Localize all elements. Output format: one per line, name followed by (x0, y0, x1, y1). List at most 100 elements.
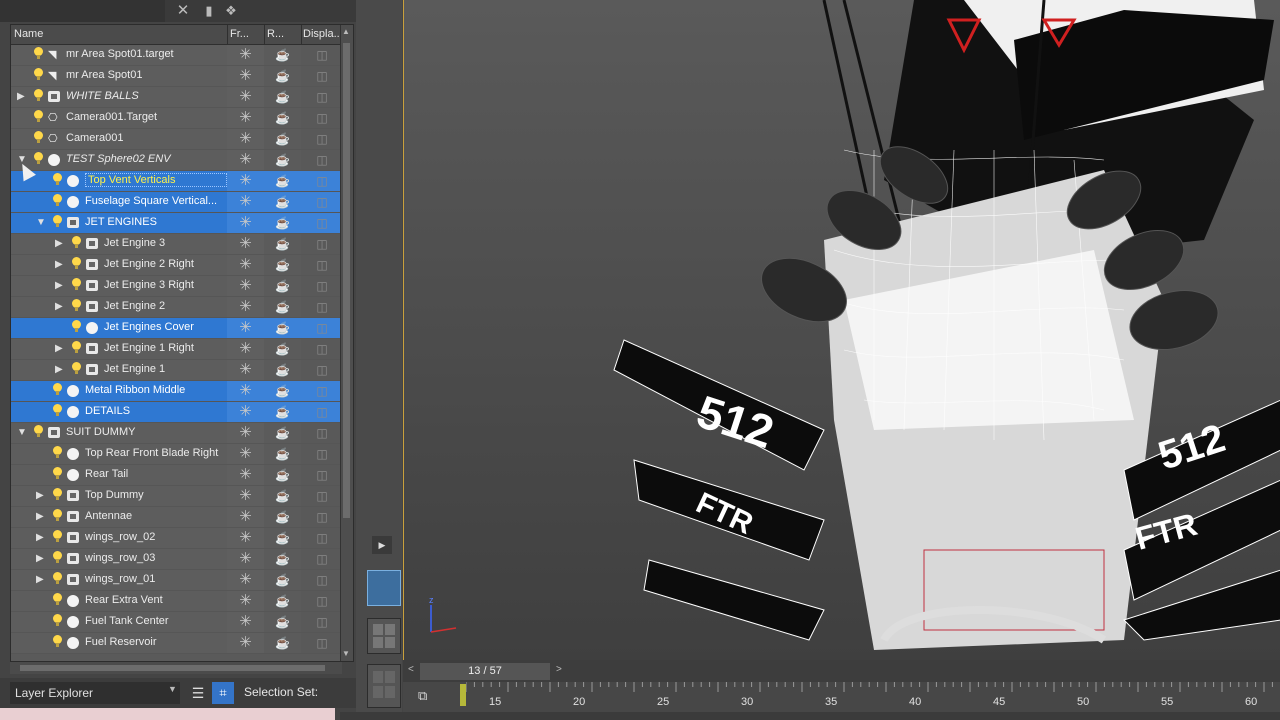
display-toggle-icon[interactable]: ◫ (301, 444, 343, 465)
render-toggle-icon[interactable]: ☕ (264, 570, 301, 591)
freeze-toggle-icon[interactable]: ✳ (227, 213, 264, 234)
display-toggle-icon[interactable]: ◫ (301, 381, 343, 402)
display-toggle-icon[interactable]: ◫ (301, 591, 343, 612)
tree-row[interactable]: ◥ mr Area Spot01.target ✳ ☕ ◫ (11, 45, 343, 66)
tree-row[interactable]: Top Rear Front Blade Right ✳ ☕ ◫ (11, 444, 343, 465)
light-bulb-icon[interactable] (34, 152, 43, 164)
render-toggle-icon[interactable]: ☕ (264, 87, 301, 108)
tree-row[interactable]: ◥ mr Area Spot01 ✳ ☕ ◫ (11, 66, 343, 87)
freeze-toggle-icon[interactable]: ✳ (227, 297, 264, 318)
light-bulb-icon[interactable] (53, 488, 62, 500)
expand-arrow-icon[interactable]: ▶ (17, 91, 25, 102)
display-toggle-icon[interactable]: ◫ (301, 549, 343, 570)
render-toggle-icon[interactable]: ☕ (264, 339, 301, 360)
close-icon[interactable]: ✕ (174, 2, 192, 20)
light-bulb-icon[interactable] (53, 383, 62, 395)
expand-arrow-icon[interactable]: ▶ (36, 553, 44, 564)
light-bulb-icon[interactable] (34, 47, 43, 59)
display-toggle-icon[interactable]: ◫ (301, 465, 343, 486)
light-bulb-icon[interactable] (53, 635, 62, 647)
display-toggle-icon[interactable]: ◫ (301, 633, 343, 654)
freeze-toggle-icon[interactable]: ✳ (227, 66, 264, 87)
render-toggle-icon[interactable]: ☕ (264, 381, 301, 402)
vertical-scrollbar[interactable]: ▲ ▼ (340, 25, 353, 661)
render-toggle-icon[interactable]: ☕ (264, 108, 301, 129)
filters-icon[interactable]: ⧉ (418, 688, 427, 704)
display-toggle-icon[interactable]: ◫ (301, 486, 343, 507)
tree-row[interactable]: ▶ Jet Engine 3 Right ✳ ☕ ◫ (11, 276, 343, 297)
freeze-toggle-icon[interactable]: ✳ (227, 528, 264, 549)
render-toggle-icon[interactable]: ☕ (264, 465, 301, 486)
collapse-arrow-icon[interactable]: ▼ (17, 427, 27, 438)
freeze-toggle-icon[interactable]: ✳ (227, 633, 264, 654)
display-toggle-icon[interactable]: ◫ (301, 423, 343, 444)
tree-row[interactable]: ▶ Antennae ✳ ☕ ◫ (11, 507, 343, 528)
expand-arrow-icon[interactable]: ▶ (36, 574, 44, 585)
freeze-toggle-icon[interactable]: ✳ (227, 276, 264, 297)
freeze-toggle-icon[interactable]: ✳ (227, 549, 264, 570)
chevron-down-icon[interactable]: ▼ (168, 684, 177, 694)
render-toggle-icon[interactable]: ☕ (264, 276, 301, 297)
light-bulb-icon[interactable] (72, 278, 81, 290)
freeze-toggle-icon[interactable]: ✳ (227, 192, 264, 213)
display-toggle-icon[interactable]: ◫ (301, 507, 343, 528)
display-toggle-icon[interactable]: ◫ (301, 45, 343, 66)
render-toggle-icon[interactable]: ☕ (264, 171, 301, 192)
expand-arrow-icon[interactable]: ▶ (372, 536, 392, 554)
light-bulb-icon[interactable] (53, 593, 62, 605)
horizontal-scrollbar[interactable] (10, 662, 342, 674)
light-bulb-icon[interactable] (34, 131, 43, 143)
tree-row[interactable]: Metal Ribbon Middle ✳ ☕ ◫ (11, 381, 343, 402)
tree-row[interactable]: ⎔ Camera001.Target ✳ ☕ ◫ (11, 108, 343, 129)
freeze-toggle-icon[interactable]: ✳ (227, 423, 264, 444)
tree-row[interactable]: ▼ TEST Sphere02 ENV ✳ ☕ ◫ (11, 150, 343, 171)
display-toggle-icon[interactable]: ◫ (301, 297, 343, 318)
viewport-grid-layout-button[interactable] (367, 664, 401, 708)
time-slider-prev-icon[interactable]: < (408, 664, 414, 675)
freeze-toggle-icon[interactable]: ✳ (227, 444, 264, 465)
render-toggle-icon[interactable]: ☕ (264, 66, 301, 87)
light-bulb-icon[interactable] (72, 257, 81, 269)
render-toggle-icon[interactable]: ☕ (264, 213, 301, 234)
expand-arrow-icon[interactable]: ▶ (55, 364, 63, 375)
display-toggle-icon[interactable]: ◫ (301, 234, 343, 255)
display-toggle-icon[interactable]: ◫ (301, 612, 343, 633)
light-bulb-icon[interactable] (53, 173, 62, 185)
expand-arrow-icon[interactable]: ▶ (36, 532, 44, 543)
render-toggle-icon[interactable]: ☕ (264, 360, 301, 381)
freeze-toggle-icon[interactable]: ✳ (227, 108, 264, 129)
column-frozen[interactable]: Fr... (230, 28, 262, 40)
display-toggle-icon[interactable]: ◫ (301, 402, 343, 423)
scrollbar-thumb[interactable] (343, 43, 350, 518)
render-toggle-icon[interactable]: ☕ (264, 549, 301, 570)
freeze-toggle-icon[interactable]: ✳ (227, 171, 264, 192)
tree-row[interactable]: DETAILS ✳ ☕ ◫ (11, 402, 343, 423)
expand-arrow-icon[interactable]: ▶ (55, 238, 63, 249)
sync-selection-icon[interactable]: ▮ (200, 2, 218, 20)
render-toggle-icon[interactable]: ☕ (264, 612, 301, 633)
render-toggle-icon[interactable]: ☕ (264, 234, 301, 255)
light-bulb-icon[interactable] (53, 551, 62, 563)
render-toggle-icon[interactable]: ☕ (264, 507, 301, 528)
freeze-toggle-icon[interactable]: ✳ (227, 507, 264, 528)
tree-row[interactable]: ▶ Jet Engine 2 Right ✳ ☕ ◫ (11, 255, 343, 276)
display-toggle-icon[interactable]: ◫ (301, 213, 343, 234)
tree-row[interactable]: ⎔ Camera001 ✳ ☕ ◫ (11, 129, 343, 150)
light-bulb-icon[interactable] (53, 530, 62, 542)
column-name[interactable]: Name (14, 28, 224, 40)
freeze-toggle-icon[interactable]: ✳ (227, 129, 264, 150)
render-toggle-icon[interactable]: ☕ (264, 444, 301, 465)
render-toggle-icon[interactable]: ☕ (264, 150, 301, 171)
render-toggle-icon[interactable]: ☕ (264, 633, 301, 654)
light-bulb-icon[interactable] (34, 68, 43, 80)
display-toggle-icon[interactable]: ◫ (301, 192, 343, 213)
light-bulb-icon[interactable] (53, 572, 62, 584)
light-bulb-icon[interactable] (53, 446, 62, 458)
freeze-toggle-icon[interactable]: ✳ (227, 45, 264, 66)
light-bulb-icon[interactable] (72, 362, 81, 374)
tree-row[interactable]: ▶ wings_row_01 ✳ ☕ ◫ (11, 570, 343, 591)
freeze-toggle-icon[interactable]: ✳ (227, 612, 264, 633)
expand-arrow-icon[interactable]: ▶ (55, 301, 63, 312)
freeze-toggle-icon[interactable]: ✳ (227, 234, 264, 255)
expand-arrow-icon[interactable]: ▶ (55, 280, 63, 291)
